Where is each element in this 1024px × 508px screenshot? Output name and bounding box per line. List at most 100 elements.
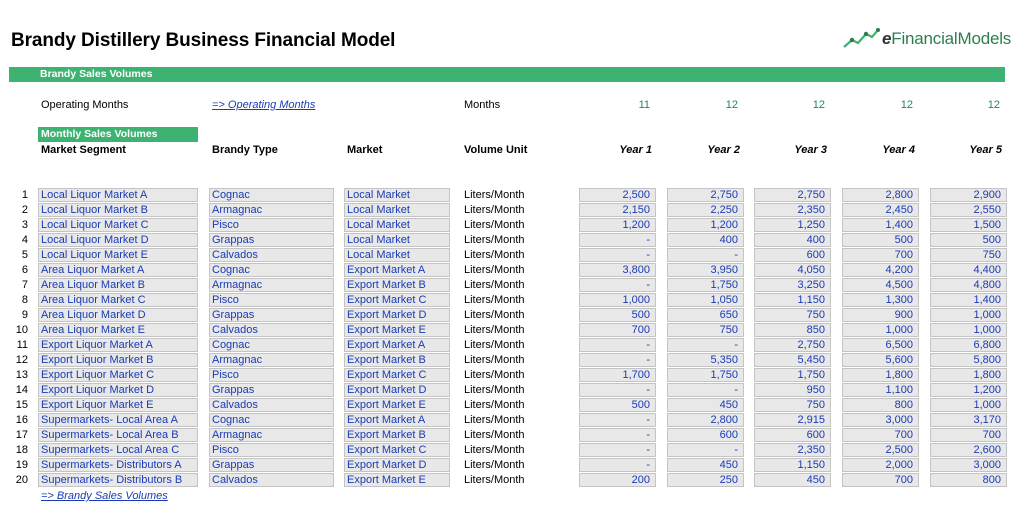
year-1-volume-cell[interactable]: 200 xyxy=(579,473,656,487)
market-segment-cell[interactable]: Supermarkets- Local Area C xyxy=(38,443,198,457)
year-2-volume-cell[interactable]: 2,750 xyxy=(667,188,744,202)
brandy-type-cell[interactable]: Grappas xyxy=(209,233,334,247)
year-1-volume-cell[interactable]: 3,800 xyxy=(579,263,656,277)
brandy-type-cell[interactable]: Pisco xyxy=(209,293,334,307)
brandy-type-cell[interactable]: Cognac xyxy=(209,263,334,277)
market-cell[interactable]: Export Market C xyxy=(344,293,450,307)
year-5-volume-cell[interactable]: 2,550 xyxy=(930,203,1007,217)
market-segment-cell[interactable]: Area Liquor Market E xyxy=(38,323,198,337)
year-5-volume-cell[interactable]: 750 xyxy=(930,248,1007,262)
year-4-volume-cell[interactable]: 700 xyxy=(842,428,919,442)
market-segment-cell[interactable]: Supermarkets- Local Area B xyxy=(38,428,198,442)
year-2-volume-cell[interactable]: 1,750 xyxy=(667,368,744,382)
market-cell[interactable]: Local Market xyxy=(344,248,450,262)
year-2-volume-cell[interactable]: 2,250 xyxy=(667,203,744,217)
operating-months-link[interactable]: => Operating Months xyxy=(212,99,315,112)
year-1-volume-cell[interactable]: - xyxy=(579,383,656,397)
market-cell[interactable]: Export Market A xyxy=(344,263,450,277)
market-segment-cell[interactable]: Local Liquor Market E xyxy=(38,248,198,262)
year-3-volume-cell[interactable]: 600 xyxy=(754,248,831,262)
year-1-volume-cell[interactable]: - xyxy=(579,278,656,292)
year-1-volume-cell[interactable]: - xyxy=(579,428,656,442)
year-3-volume-cell[interactable]: 1,150 xyxy=(754,458,831,472)
brandy-type-cell[interactable]: Armagnac xyxy=(209,203,334,217)
market-segment-cell[interactable]: Supermarkets- Distributors A xyxy=(38,458,198,472)
year-2-volume-cell[interactable]: 400 xyxy=(667,233,744,247)
year-5-volume-cell[interactable]: 1,000 xyxy=(930,308,1007,322)
year-5-volume-cell[interactable]: 700 xyxy=(930,428,1007,442)
year-5-volume-cell[interactable]: 500 xyxy=(930,233,1007,247)
year-4-volume-cell[interactable]: 1,400 xyxy=(842,218,919,232)
year-1-volume-cell[interactable]: 500 xyxy=(579,398,656,412)
year-3-volume-cell[interactable]: 850 xyxy=(754,323,831,337)
brandy-type-cell[interactable]: Grappas xyxy=(209,383,334,397)
market-cell[interactable]: Local Market xyxy=(344,218,450,232)
year-4-volume-cell[interactable]: 1,000 xyxy=(842,323,919,337)
year-4-volume-cell[interactable]: 4,500 xyxy=(842,278,919,292)
year-5-volume-cell[interactable]: 1,000 xyxy=(930,398,1007,412)
year-3-volume-cell[interactable]: 4,050 xyxy=(754,263,831,277)
year-1-volume-cell[interactable]: - xyxy=(579,248,656,262)
market-cell[interactable]: Export Market B xyxy=(344,428,450,442)
year-5-volume-cell[interactable]: 4,400 xyxy=(930,263,1007,277)
brandy-type-cell[interactable]: Armagnac xyxy=(209,278,334,292)
market-segment-cell[interactable]: Local Liquor Market B xyxy=(38,203,198,217)
year-1-volume-cell[interactable]: 2,150 xyxy=(579,203,656,217)
year-3-volume-cell[interactable]: 1,250 xyxy=(754,218,831,232)
year-5-volume-cell[interactable]: 3,170 xyxy=(930,413,1007,427)
year-3-volume-cell[interactable]: 2,750 xyxy=(754,188,831,202)
year-2-volume-cell[interactable]: - xyxy=(667,443,744,457)
market-cell[interactable]: Export Market B xyxy=(344,353,450,367)
year-5-volume-cell[interactable]: 3,000 xyxy=(930,458,1007,472)
market-segment-cell[interactable]: Area Liquor Market D xyxy=(38,308,198,322)
year-3-volume-cell[interactable]: 1,150 xyxy=(754,293,831,307)
year-5-volume-cell[interactable]: 5,800 xyxy=(930,353,1007,367)
year-2-volume-cell[interactable]: 1,050 xyxy=(667,293,744,307)
market-segment-cell[interactable]: Export Liquor Market C xyxy=(38,368,198,382)
year-2-volume-cell[interactable]: 600 xyxy=(667,428,744,442)
market-cell[interactable]: Export Market A xyxy=(344,413,450,427)
year-4-volume-cell[interactable]: 900 xyxy=(842,308,919,322)
year-1-volume-cell[interactable]: 2,500 xyxy=(579,188,656,202)
market-cell[interactable]: Export Market B xyxy=(344,278,450,292)
brandy-type-cell[interactable]: Calvados xyxy=(209,323,334,337)
brandy-type-cell[interactable]: Pisco xyxy=(209,218,334,232)
year-1-volume-cell[interactable]: 1,200 xyxy=(579,218,656,232)
market-cell[interactable]: Export Market D xyxy=(344,383,450,397)
year-5-volume-cell[interactable]: 1,800 xyxy=(930,368,1007,382)
year-4-volume-cell[interactable]: 6,500 xyxy=(842,338,919,352)
brandy-sales-volumes-link[interactable]: => Brandy Sales Volumes xyxy=(41,490,168,503)
year-1-volume-cell[interactable]: - xyxy=(579,458,656,472)
market-cell[interactable]: Export Market E xyxy=(344,473,450,487)
year-3-volume-cell[interactable]: 1,750 xyxy=(754,368,831,382)
year-4-volume-cell[interactable]: 700 xyxy=(842,248,919,262)
market-cell[interactable]: Local Market xyxy=(344,188,450,202)
year-5-volume-cell[interactable]: 6,800 xyxy=(930,338,1007,352)
market-cell[interactable]: Local Market xyxy=(344,233,450,247)
market-segment-cell[interactable]: Export Liquor Market E xyxy=(38,398,198,412)
year-2-volume-cell[interactable]: 1,200 xyxy=(667,218,744,232)
year-1-volume-cell[interactable]: - xyxy=(579,353,656,367)
year-3-volume-cell[interactable]: 750 xyxy=(754,398,831,412)
year-3-volume-cell[interactable]: 5,450 xyxy=(754,353,831,367)
year-3-volume-cell[interactable]: 2,915 xyxy=(754,413,831,427)
year-3-volume-cell[interactable]: 400 xyxy=(754,233,831,247)
year-1-volume-cell[interactable]: - xyxy=(579,233,656,247)
brandy-type-cell[interactable]: Calvados xyxy=(209,398,334,412)
year-3-volume-cell[interactable]: 3,250 xyxy=(754,278,831,292)
year-1-volume-cell[interactable]: 700 xyxy=(579,323,656,337)
year-4-volume-cell[interactable]: 800 xyxy=(842,398,919,412)
year-3-volume-cell[interactable]: 950 xyxy=(754,383,831,397)
year-4-volume-cell[interactable]: 4,200 xyxy=(842,263,919,277)
brandy-type-cell[interactable]: Cognac xyxy=(209,188,334,202)
brandy-type-cell[interactable]: Grappas xyxy=(209,308,334,322)
brandy-type-cell[interactable]: Armagnac xyxy=(209,353,334,367)
year-1-volume-cell[interactable]: - xyxy=(579,338,656,352)
brandy-type-cell[interactable]: Cognac xyxy=(209,338,334,352)
brandy-type-cell[interactable]: Calvados xyxy=(209,473,334,487)
market-segment-cell[interactable]: Area Liquor Market A xyxy=(38,263,198,277)
market-segment-cell[interactable]: Area Liquor Market C xyxy=(38,293,198,307)
year-4-volume-cell[interactable]: 700 xyxy=(842,473,919,487)
year-4-volume-cell[interactable]: 2,800 xyxy=(842,188,919,202)
year-2-volume-cell[interactable]: - xyxy=(667,383,744,397)
